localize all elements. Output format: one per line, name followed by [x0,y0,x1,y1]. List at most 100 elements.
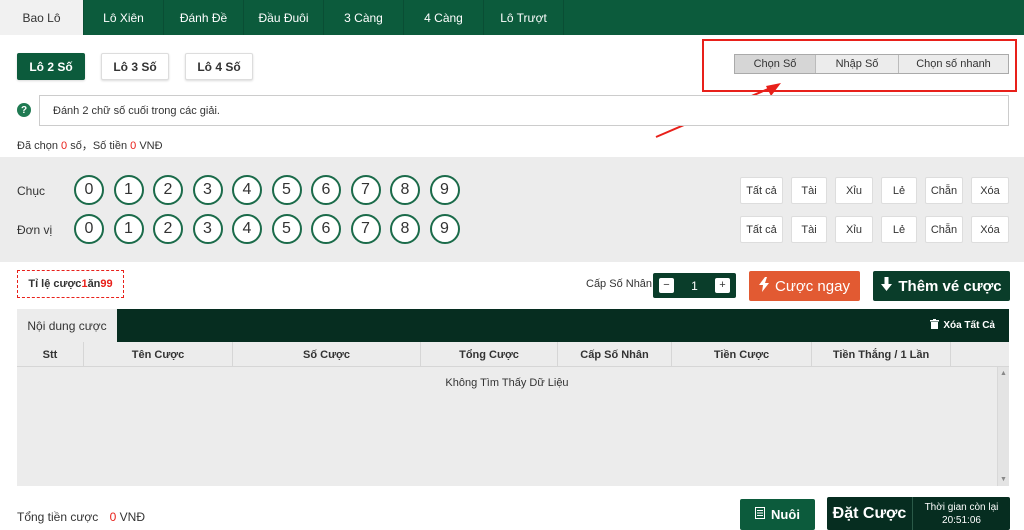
raise-button[interactable]: Nuôi [740,499,815,530]
digit-ball-chuc-6[interactable]: 6 [311,175,341,205]
digit-ball-chuc-0[interactable]: 0 [74,175,104,205]
tab-danh-de[interactable]: Đánh Đề [164,0,244,35]
tab-lo-xien[interactable]: Lô Xiên [84,0,164,35]
number-picker: Chục Đơn vị 0123456789 0123456789 Tất cả T… [0,157,1024,262]
multiplier-stepper: − 1 + [653,273,736,298]
digit-ball-don-vi-6[interactable]: 6 [311,214,341,244]
quick-select-chuc-5[interactable]: Xóa [971,177,1009,204]
col-tong-cuoc: Tổng Cược [421,342,558,367]
digit-ball-don-vi-1[interactable]: 1 [113,214,144,244]
table-scrollbar[interactable]: ▲ ▼ [997,367,1009,486]
mode-nhap-so[interactable]: Nhập Số [816,55,899,73]
tab-bao-lo[interactable]: Bao Lô [0,0,84,35]
input-mode-group: Chọn Số Nhập Số Chọn số nhanh [734,54,1009,74]
digit-ball-don-vi-7[interactable]: 7 [350,214,381,244]
col-tien-cuoc: Tiền Cược [672,342,812,367]
bet-table-body: Không Tìm Thấy Dữ Liệu ▲ ▼ [17,367,1009,486]
subtype-tabs: Lô 2 Số Lô 3 Số Lô 4 Số [17,53,253,80]
col-stt: Stt [17,342,84,367]
game-type-tabs: Bao Lô Lô Xiên Đánh Đề Đầu Đuôi 3 Càng 4… [0,0,1024,35]
row-label-don-vi: Đơn vị [17,223,53,237]
digit-ball-chuc-5[interactable]: 5 [271,175,302,205]
quick-select-don-vi-1[interactable]: Tài [791,216,827,243]
bet-now-label: Cược ngay [775,277,850,295]
multiplier-label: Cấp Số Nhân [586,278,653,290]
digit-ball-chuc-8[interactable]: 8 [390,175,420,205]
clear-all-button[interactable]: Xóa Tất Cả [930,319,995,332]
clear-all-label: Xóa Tất Cả [943,320,995,331]
col-cap-so-nhan: Cấp Số Nhân [558,342,672,367]
scroll-up-icon[interactable]: ▲ [1000,370,1007,377]
raise-label: Nuôi [771,507,800,522]
quick-select-don-vi-4[interactable]: Chẵn [925,216,963,243]
bet-now-button[interactable]: Cược ngay [749,271,860,301]
trash-icon [930,319,940,332]
tab-dau-duoi[interactable]: Đầu Đuôi [244,0,324,35]
list-icon [755,507,766,522]
quick-select-don-vi-2[interactable]: Xỉu [835,216,873,243]
quick-select-chuc-4[interactable]: Chẵn [925,177,963,204]
place-bet-button[interactable]: Đặt Cược Thời gian còn lại 20:51:06 [827,497,1010,530]
bet-table-columns: Stt Tên Cược Số Cược Tổng Cược Cấp Số Nh… [17,342,1009,367]
digit-ball-don-vi-2[interactable]: 2 [153,214,183,244]
empty-message: Không Tìm Thấy Dữ Liệu [445,377,569,389]
quick-select-don-vi-0[interactable]: Tất cả [740,216,783,243]
mode-chon-so[interactable]: Chọn Số [735,55,816,73]
quick-select-don-vi-5[interactable]: Xóa [971,216,1009,243]
digit-ball-chuc-3[interactable]: 3 [192,175,223,205]
place-bet-label: Đặt Cược [827,497,913,530]
odds-prefix: Tỉ lệ cược [28,278,82,290]
countdown-timer: Thời gian còn lại 20:51:06 [913,497,1010,530]
col-so-cuoc: Số Cược [233,342,421,367]
selected-prefix: Đã chọn [17,140,62,152]
tab-4-cang[interactable]: 4 Càng [404,0,484,35]
odds-box: Tỉ lệ cược 1 ăn 99 [17,270,124,298]
selected-mid: số，Số tiền [67,140,131,152]
plus-button[interactable]: + [715,278,730,293]
multiplier-value[interactable]: 1 [691,279,698,293]
selected-suffix: VNĐ [136,140,163,152]
digit-ball-chuc-1[interactable]: 1 [113,175,144,205]
digit-ball-don-vi-3[interactable]: 3 [192,214,223,244]
col-spacer [951,342,1009,367]
subtab-lo-2-so[interactable]: Lô 2 Số [17,53,85,80]
timer-label: Thời gian còn lại [924,501,999,513]
digit-ball-chuc-2[interactable]: 2 [153,175,183,205]
digit-ball-don-vi-4[interactable]: 4 [232,214,262,244]
digit-ball-don-vi-0[interactable]: 0 [74,214,104,244]
mode-chon-so-nhanh[interactable]: Chọn số nhanh [899,55,1008,73]
total-label: Tổng tiền cược [17,510,99,524]
quick-select-chuc-3[interactable]: Lẻ [881,177,917,204]
col-ten-cuoc: Tên Cược [84,342,233,367]
subtab-lo-3-so[interactable]: Lô 3 Số [101,53,169,80]
digit-ball-don-vi-9[interactable]: 9 [429,214,460,244]
subtab-lo-4-so[interactable]: Lô 4 Số [185,53,253,80]
scroll-down-icon[interactable]: ▼ [1000,476,1007,483]
tab-lo-truot[interactable]: Lô Trượt [484,0,564,35]
digit-ball-chuc-9[interactable]: 9 [429,175,460,205]
bet-table-title: Nội dung cược [17,309,117,342]
timer-value: 20:51:06 [942,514,981,526]
quick-select-chuc-0[interactable]: Tất cả [740,177,783,204]
add-ticket-label: Thêm vé cược [898,277,1002,295]
digit-ball-chuc-4[interactable]: 4 [232,175,262,205]
digit-ball-don-vi-8[interactable]: 8 [390,214,420,244]
minus-button[interactable]: − [659,278,674,293]
add-ticket-button[interactable]: Thêm vé cược [873,271,1010,301]
col-tien-thang: Tiền Thắng / 1 Lần [812,342,951,367]
digit-ball-chuc-7[interactable]: 7 [350,175,381,205]
odds-b: 99 [100,278,113,290]
quick-select-chuc-1[interactable]: Tài [791,177,827,204]
quick-select-chuc-2[interactable]: Xỉu [835,177,873,204]
tab-3-cang[interactable]: 3 Càng [324,0,404,35]
rule-hint-text: Đánh 2 chữ số cuối trong các giải. [53,104,220,117]
selection-summary: Đã chọn 0 số，Số tiền 0 VNĐ [17,137,163,153]
rule-hint: Đánh 2 chữ số cuối trong các giải. [39,95,1009,126]
odds-mid: ăn [87,278,101,290]
bet-table-header: Nội dung cược Xóa Tất Cả [17,309,1009,342]
digit-ball-don-vi-5[interactable]: 5 [271,214,302,244]
download-arrow-icon [881,277,893,295]
quick-select-don-vi-3[interactable]: Lẻ [881,216,917,243]
total-bet: Tổng tiền cược 0 VNĐ [17,510,145,524]
help-icon[interactable]: ? [17,103,31,117]
